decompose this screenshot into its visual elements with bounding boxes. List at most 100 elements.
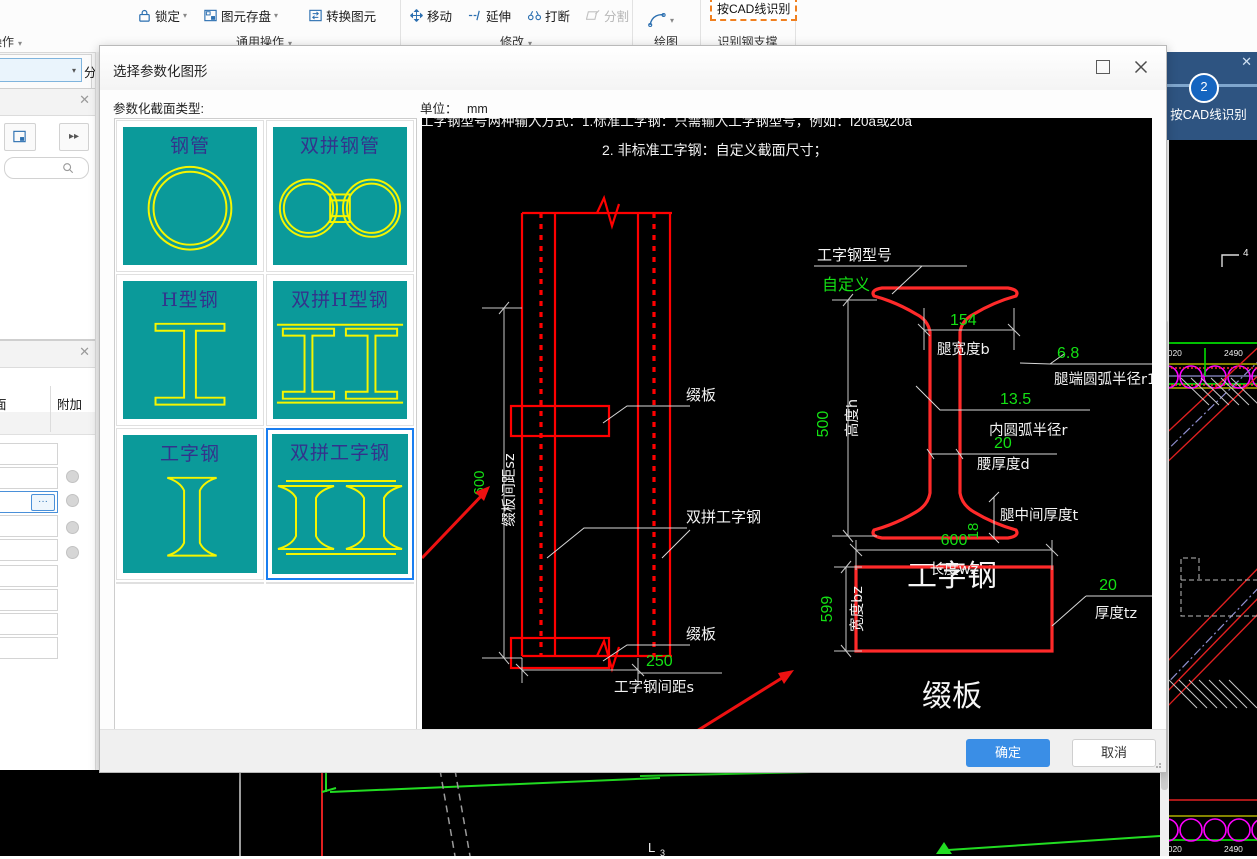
save-element-label: 图元存盘 [221,10,272,24]
search-icon[interactable] [62,162,74,174]
shape-swatch: 双拼H型钢 [273,281,407,419]
ribbon-group-paper-ops-label: 纸操作 [0,35,14,49]
wizard-step-label: 按CAD线识别 [1170,108,1247,122]
section-type-label: 参数化截面类型: [113,102,204,116]
dim-flange-thickness-label: 腿中间厚度t [1000,507,1078,524]
label-batten-bottom: 缀板 [686,625,716,643]
break-icon [527,8,542,23]
shape-cell-dual-channel[interactable]: 双拼槽钢 [266,582,414,584]
property-field-2[interactable] [0,467,58,489]
close-icon[interactable]: ✕ [79,345,90,359]
shape-preview-canvas[interactable]: 工字钢型号两种输入方式：1.标准工字钢：只需输入工字钢型号，例如：I20a或20… [422,118,1152,730]
convert-element-label: 转换图元 [326,10,377,24]
shape-swatch: H型钢 [123,281,257,419]
close-button[interactable] [1126,54,1156,80]
save-element-icon [203,8,218,23]
panel-a-expand-button[interactable]: ▸▸ [59,123,89,151]
panel-a-search-button[interactable] [4,157,89,179]
property-field-8[interactable] [0,613,58,635]
chevron-down-icon[interactable]: ▾ [670,16,674,25]
label-batten-top: 缀板 [686,386,716,404]
shape-cell-tube[interactable]: 钢管 [116,120,264,272]
property-field-4[interactable] [0,515,58,537]
lock-button[interactable]: 锁定 ▾ [134,4,190,27]
shape-cell-h-beam[interactable]: H型钢 [116,274,264,426]
cad-bottom-viewport[interactable]: Y X L 3 [0,761,1161,858]
dual-h-art-icon [276,323,404,404]
property-field-6[interactable]: 计算 [0,565,58,587]
dim-beam-height-label: 高度h [844,399,861,437]
browse-ellipsis-button[interactable]: ··· [31,494,55,511]
attach-radio-1[interactable] [66,470,79,483]
dim-plate-width-label: 宽度bz [849,586,866,632]
attach-radio-3[interactable] [66,521,79,534]
convert-element-button[interactable]: 转换图元 [305,4,379,27]
shape-cell-dual-h[interactable]: 双拼H型钢 [266,274,414,426]
resize-grip[interactable] [1153,760,1162,769]
close-icon [1134,60,1148,74]
dim-flange-thickness-value: 18 [965,523,982,540]
draw-curve-button[interactable]: ▾ [644,8,677,32]
cancel-button[interactable]: 取消 [1072,739,1156,767]
ok-button[interactable]: 确定 [966,739,1050,767]
dialog-title-bar[interactable]: 选择参数化图形 [100,46,1166,90]
column-header-partial: 面 [0,398,7,412]
split-button[interactable]: 分割 [583,4,632,27]
property-field-7[interactable]: 计算) [0,589,58,611]
svg-text:L: L [648,840,655,855]
svg-text:4: 4 [1243,248,1249,259]
left-properties-panel-c [0,670,97,771]
property-field-1[interactable] [0,443,58,465]
double-chevron-right-icon: ▸▸ [68,131,80,142]
chevron-down-icon[interactable]: ▾ [18,39,22,48]
wizard-step-number: 2 [1189,73,1219,103]
dim-flange-width-label: 腿宽度b [937,341,990,358]
extend-button[interactable]: 延伸 [465,4,514,27]
shape-label: 双拼H型钢 [291,289,389,311]
shape-cell-channel[interactable]: 槽钢 [116,582,264,584]
panel-a-header: ✕ [0,89,96,116]
dual-tube-art-icon [278,178,402,238]
close-icon[interactable]: ✕ [1241,54,1252,70]
shape-swatch: 钢管 [123,127,257,265]
shape-cell-i-beam[interactable]: 工字钢 [116,428,264,580]
svg-text:2020: 2020 [1169,348,1182,358]
i-beam-section-art [871,286,1019,540]
lock-icon [137,8,152,23]
wale-type-combobox[interactable]: 围檩 ▾ [0,58,82,82]
shape-cell-dual-tube[interactable]: 双拼钢管 [266,120,414,272]
dim-batten-spacing-label: 缀板间距sz [500,453,518,526]
h-beam-art-icon [154,322,226,406]
maximize-button[interactable] [1088,54,1118,80]
shape-label: 工字钢 [159,443,220,465]
dialog-title: 选择参数化图形 [113,64,208,79]
dim-beam-gap-label: 工字钢间距s [614,679,694,696]
dim-beam-gap-value: 250 [646,653,673,670]
move-button[interactable]: 移动 [406,4,455,27]
chevron-down-icon[interactable]: ▾ [183,11,187,20]
property-field-9[interactable] [0,637,58,659]
break-button[interactable]: 打断 [524,4,573,27]
chevron-down-icon[interactable]: ▾ [274,11,278,20]
shape-label: 钢管 [169,135,210,157]
svg-text:2020: 2020 [1169,844,1182,854]
attach-radio-4[interactable] [66,546,79,559]
unit-label: 单位： mm [420,98,488,117]
svg-text:2490: 2490 [1224,348,1243,358]
save-element-button[interactable]: 图元存盘 ▾ [200,4,281,27]
property-field-3-selected[interactable]: 撑 ··· [0,491,58,513]
label-dual-i-beam: 双拼工字钢 [686,508,761,526]
ribbon-group-paper-ops: 纸操作 ▾ [0,0,40,52]
panel-a-tool-button[interactable] [4,123,36,151]
split-label: 分割 [604,10,630,24]
chevron-down-icon[interactable]: ▾ [72,66,76,75]
svg-text:2490: 2490 [1224,844,1243,854]
close-icon[interactable]: ✕ [79,93,90,107]
shape-cell-dual-i-beam[interactable]: 双拼工字钢 [266,428,414,580]
shape-label: H型钢 [161,289,219,311]
cad-right-viewport[interactable]: ✕ 2 按CAD线识别 4 2020 2490 [1160,52,1257,856]
shape-swatch: 工字钢 [123,435,257,573]
attach-radio-2[interactable] [66,494,79,507]
cad-line-recognize-button[interactable]: 按CAD线识别 [710,0,798,21]
property-field-5[interactable] [0,539,58,561]
